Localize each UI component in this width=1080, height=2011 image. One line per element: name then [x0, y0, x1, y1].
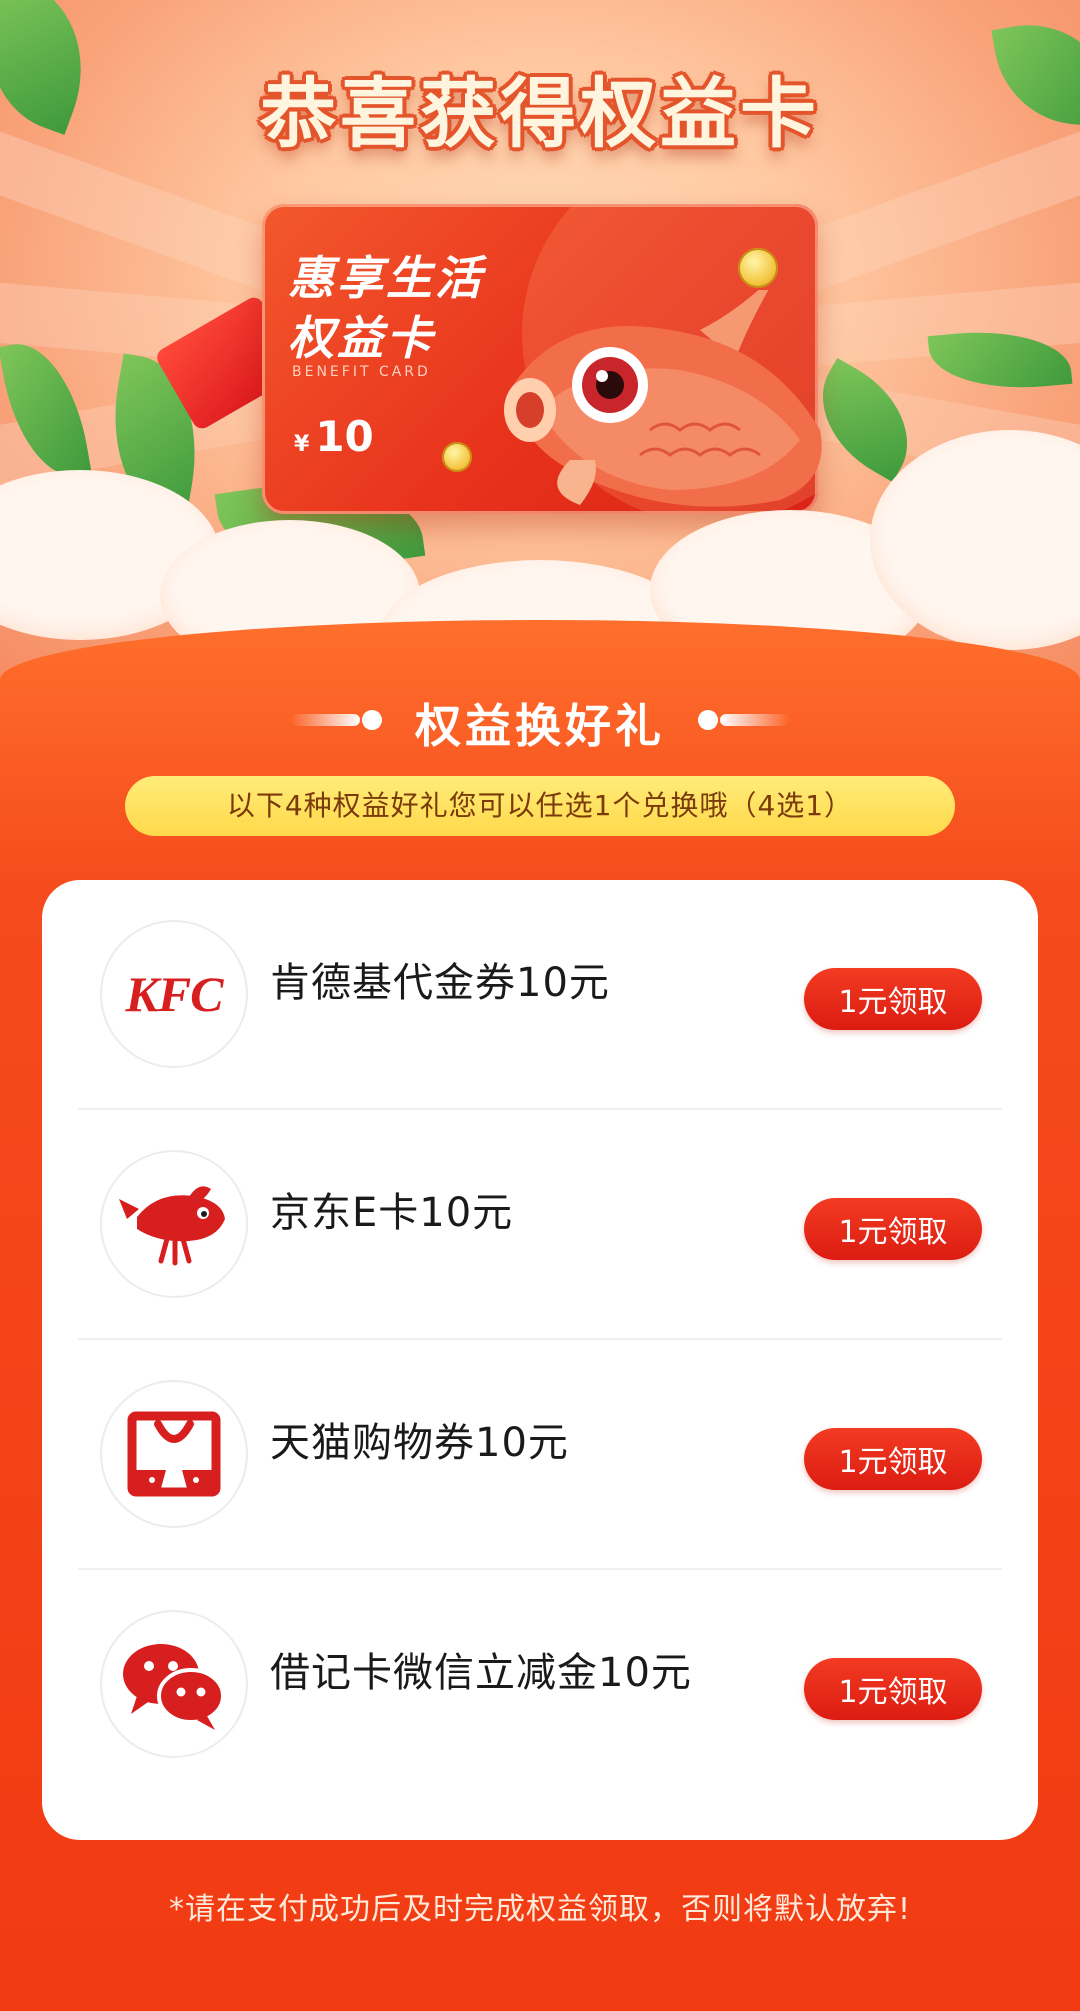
claim-button-kfc[interactable]: 1元领取	[804, 968, 982, 1030]
wechat-icon	[123, 1644, 225, 1730]
reward-row-wechat: 借记卡微信立减金10元 1元领取	[42, 1570, 1038, 1800]
card-title-line1: 惠享生活	[288, 251, 484, 305]
notice-pill: 以下4种权益好礼您可以任选1个兑换哦（4选1）	[125, 776, 955, 836]
footer-note: *请在支付成功后及时完成权益领取，否则将默认放弃!	[168, 1892, 912, 1927]
reward-name: 肯德基代金券10元	[270, 960, 610, 1006]
card-title-line2: 权益卡	[288, 311, 435, 365]
kfc-logo-text: KFC	[125, 966, 223, 1022]
reward-row-jd: 京东E卡10元 1元领取	[42, 1110, 1038, 1340]
section-title: 权益换好礼	[415, 699, 665, 753]
coin-icon	[738, 248, 778, 288]
wechat-logo	[100, 1610, 248, 1758]
card-price: ¥10	[294, 412, 374, 461]
tmall-bag-logo	[100, 1380, 248, 1528]
jd-dog-logo	[100, 1150, 248, 1298]
currency-symbol: ¥	[294, 432, 310, 457]
reward-row-tmall: 天猫购物券10元 1元领取	[42, 1340, 1038, 1570]
tmall-bag-icon	[127, 1411, 221, 1497]
page: 恭喜获得权益卡 惠享生活 权益卡 BENEFIT CARD ¥10 权益换好礼 …	[0, 0, 1080, 2011]
claim-button-jd[interactable]: 1元领取	[804, 1198, 982, 1260]
hero-title: 恭喜获得权益卡	[260, 69, 820, 158]
claim-button-wechat[interactable]: 1元领取	[804, 1658, 982, 1720]
claim-button-tmall[interactable]: 1元领取	[804, 1428, 982, 1490]
card-subtitle: BENEFIT CARD	[292, 364, 431, 380]
card-amount: 10	[315, 412, 374, 461]
reward-row-kfc: KFC 肯德基代金券10元 1元领取	[42, 880, 1038, 1110]
reward-name: 天猫购物券10元	[270, 1420, 569, 1466]
rewards-list: KFC 肯德基代金券10元 1元领取 京东E卡10元 1元领取 天猫购物券10元…	[42, 880, 1038, 1840]
coin-icon	[442, 442, 472, 472]
kfc-logo: KFC	[100, 920, 248, 1068]
jd-dog-icon	[119, 1186, 225, 1266]
title-decoration-right	[720, 714, 790, 726]
reward-name: 京东E卡10元	[270, 1190, 514, 1236]
reward-name: 借记卡微信立减金10元	[270, 1650, 692, 1696]
title-dot-right	[698, 710, 718, 730]
koi-fish-illustration	[504, 290, 822, 507]
hero-banner: 恭喜获得权益卡 惠享生活 权益卡 BENEFIT CARD ¥10	[0, 0, 1080, 700]
